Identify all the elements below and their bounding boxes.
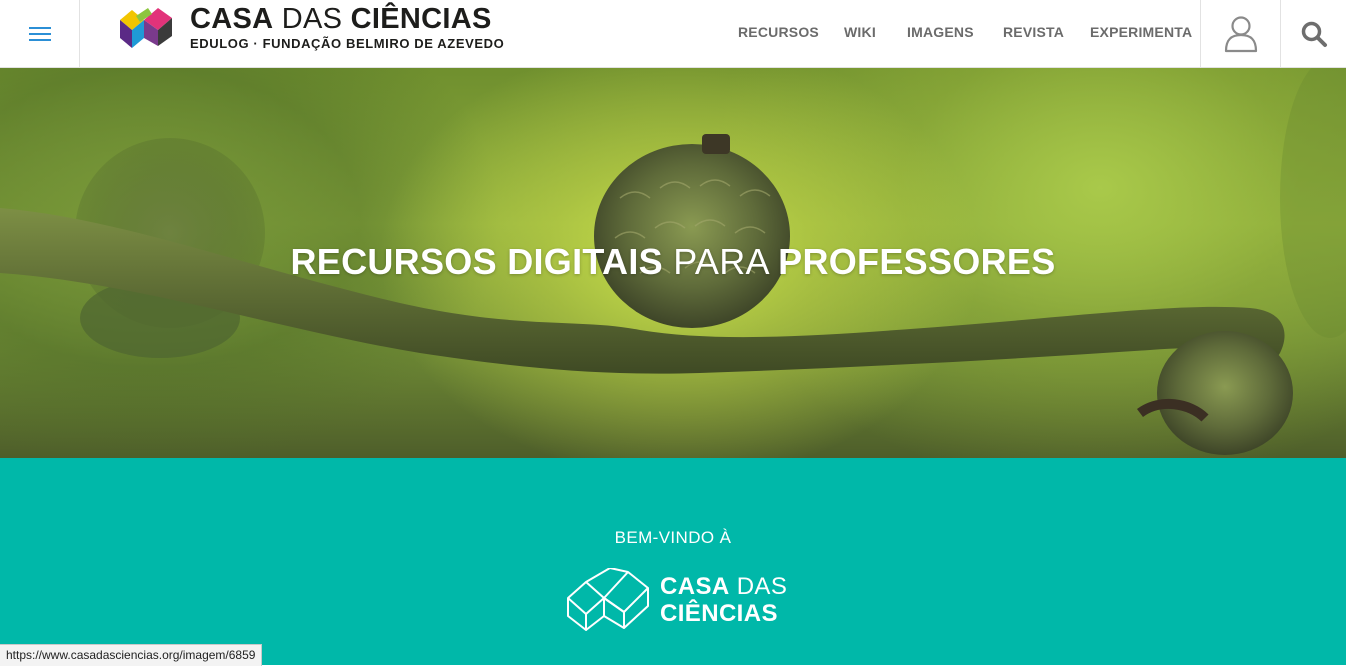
search-icon [1301, 21, 1327, 47]
brand-title: CASA DAS CIÊNCIAS [190, 3, 492, 35]
hamburger-icon [28, 27, 51, 41]
welcome-label: BEM-VINDO À [614, 528, 732, 547]
casa-das-ciencias-outline-logo-icon [567, 568, 649, 631]
welcome-logo-line1: CASA DAS [660, 573, 788, 600]
site-logo-link[interactable]: CASA DAS CIÊNCIAS EDULOG · FUNDAÇÃO BELM… [118, 3, 504, 52]
nav-link-wiki[interactable]: WIKI [844, 24, 876, 40]
welcome-logo-line2: CIÊNCIAS [660, 600, 778, 627]
user-account-button[interactable] [1200, 0, 1281, 68]
welcome-section: BEM-VINDO À CASA DAS CIÊNCIAS [0, 458, 1346, 665]
brand-subtitle: EDULOG · FUNDAÇÃO BELMIRO DE AZEVEDO [190, 36, 505, 51]
welcome-logo: CASA DAS CIÊNCIAS [566, 568, 787, 632]
casa-das-ciencias-logo-icon [120, 7, 172, 48]
top-navigation-bar: CASA DAS CIÊNCIAS EDULOG · FUNDAÇÃO BELM… [0, 0, 1346, 68]
nav-link-imagens[interactable]: IMAGENS [907, 24, 974, 40]
nav-link-experimenta[interactable]: EXPERIMENTA [1090, 24, 1192, 40]
search-button[interactable] [1281, 0, 1346, 68]
link-status-url: https://www.casadasciencias.org/imagem/6… [0, 644, 263, 666]
nav-link-recursos[interactable]: RECURSOS [738, 24, 819, 40]
hero-title: RECURSOS DIGITAIS PARA PROFESSORES [290, 241, 1056, 282]
menu-button[interactable] [0, 0, 80, 68]
nav-link-revista[interactable]: REVISTA [1003, 24, 1064, 40]
user-icon [1224, 16, 1257, 53]
hero-banner: RECURSOS DIGITAIS PARA PROFESSORES [0, 68, 1346, 458]
